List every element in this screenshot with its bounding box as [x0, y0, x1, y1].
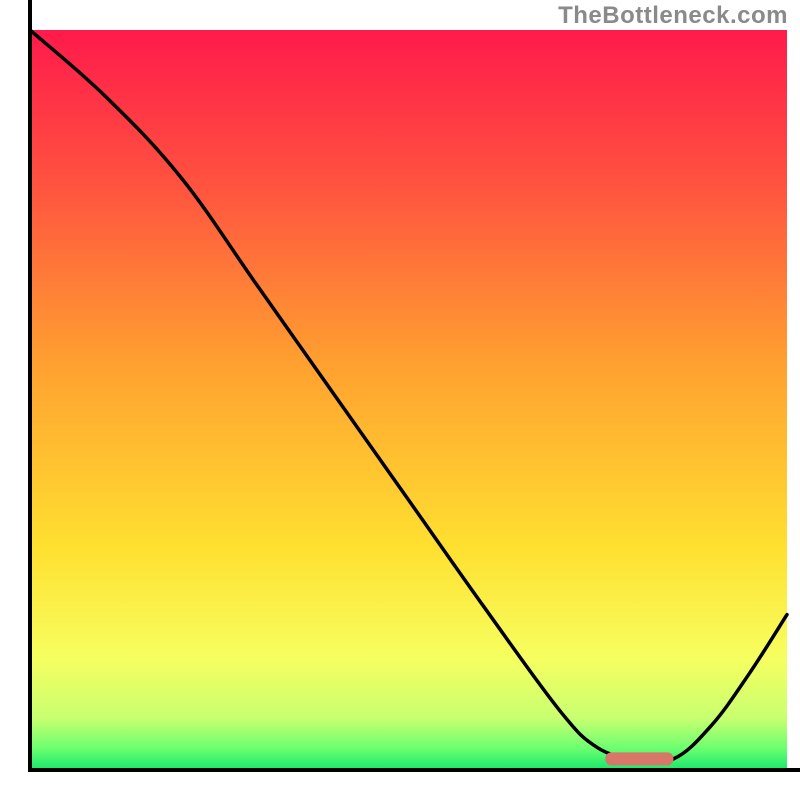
plot-background [30, 30, 787, 770]
bottleneck-chart [0, 0, 800, 800]
chart-stage: TheBottleneck.com [0, 0, 800, 800]
watermark-text: TheBottleneck.com [558, 2, 788, 30]
optimal-marker [605, 752, 673, 765]
